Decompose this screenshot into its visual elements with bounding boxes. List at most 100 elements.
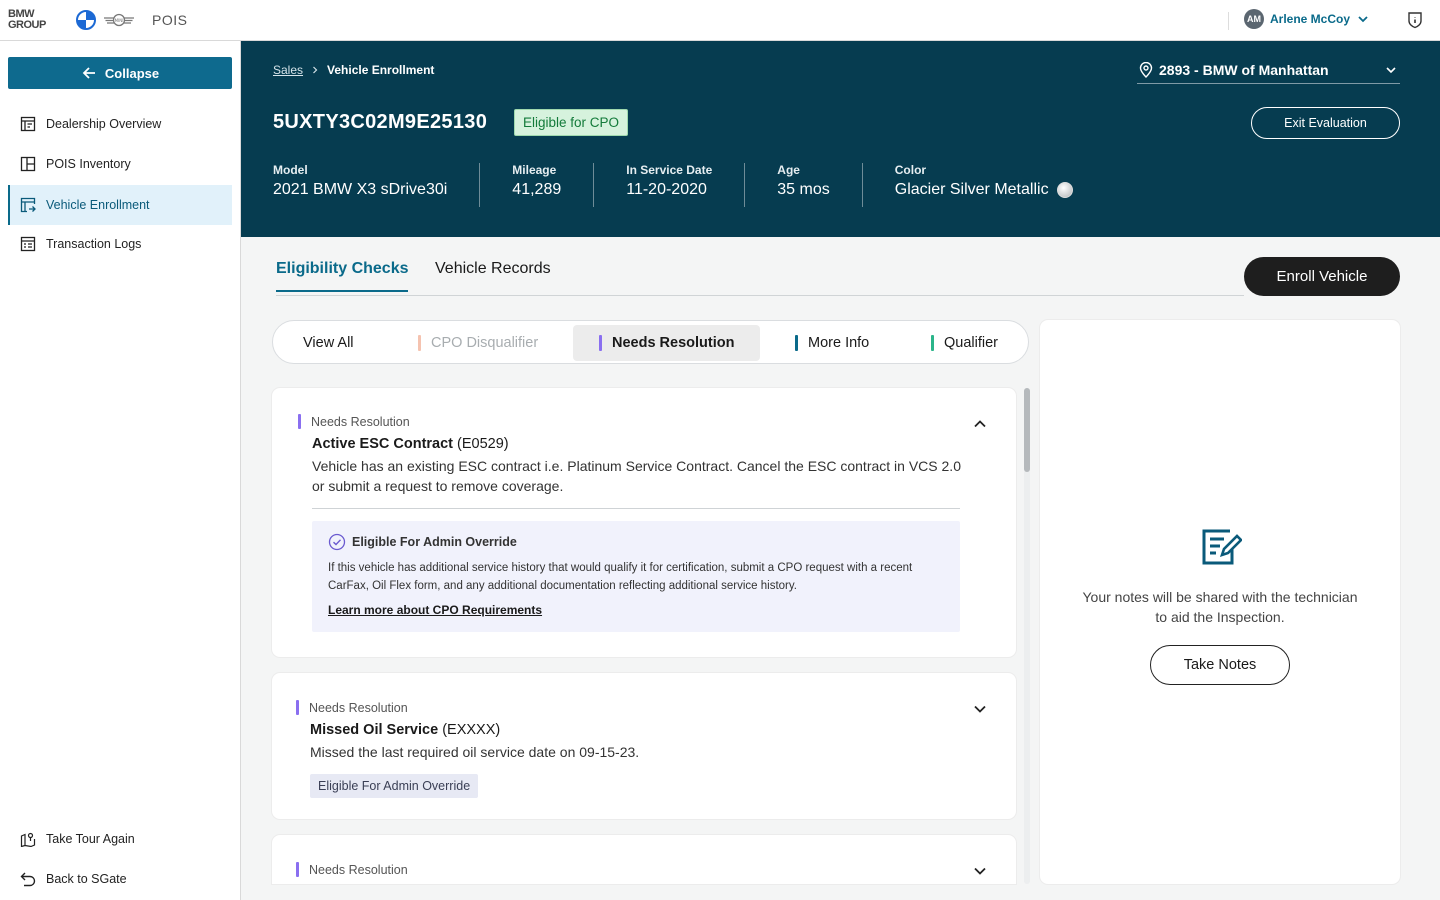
scrollbar-thumb[interactable] (1024, 388, 1030, 472)
spec-value: 35 mos (777, 181, 830, 198)
category-label: Needs Resolution (298, 414, 1016, 429)
inventory-icon (20, 156, 36, 172)
take-notes-button[interactable]: Take Notes (1150, 645, 1290, 685)
sidebar-item-label: Vehicle Enrollment (46, 198, 150, 212)
chevron-down-icon[interactable] (972, 863, 988, 879)
category-swatch (298, 414, 301, 429)
bmw-group-logo[interactable]: BMW GROUP (8, 9, 46, 31)
spec-model: Model 2021 BMW X3 sDrive30i (273, 163, 479, 207)
tab-bar: Eligibility Checks Vehicle Records (276, 256, 1244, 296)
filter-view-all[interactable]: View All (293, 325, 364, 361)
check-description: Missed the last required oil service dat… (310, 744, 640, 760)
arrow-left-icon (82, 67, 95, 79)
dashboard-icon (20, 116, 36, 132)
check-circle-icon (328, 533, 346, 551)
filter-more-info[interactable]: More Info (785, 325, 879, 361)
eligibility-card: Needs Resolution (272, 835, 1016, 884)
legend-swatch (795, 335, 798, 351)
avatar: AM (1244, 9, 1264, 29)
check-title: Active ESC Contract (E0529) (312, 436, 1016, 452)
spec-label: Age (777, 163, 800, 177)
mini-logo-icon: MINI (104, 13, 134, 27)
sidebar-item-take-tour[interactable]: Take Tour Again (8, 819, 232, 859)
category-swatch (296, 700, 299, 715)
breadcrumb: Sales Vehicle Enrollment (273, 63, 434, 77)
vehicle-header: Sales Vehicle Enrollment 2893 - BMW of M… (241, 41, 1440, 237)
spec-label: Mileage (512, 163, 557, 177)
category-label: Needs Resolution (296, 700, 1016, 715)
back-arrow-icon (20, 872, 36, 887)
map-pin-icon (20, 832, 36, 847)
filter-cpo-disqualifier[interactable]: CPO Disqualifier (408, 325, 548, 361)
category-text: Needs Resolution (311, 414, 410, 429)
filter-label: View All (303, 335, 354, 351)
spec-label: Model (273, 163, 308, 177)
shield-info-icon[interactable] (1406, 11, 1424, 29)
filter-label: More Info (808, 335, 870, 351)
filter-needs-resolution[interactable]: Needs Resolution (573, 325, 760, 361)
scrollbar[interactable] (1024, 388, 1030, 884)
collapse-button[interactable]: Collapse (8, 57, 232, 89)
eligibility-card: Needs Resolution Missed Oil Service (EXX… (272, 673, 1016, 819)
sidebar-item-label: Take Tour Again (46, 832, 135, 846)
exit-evaluation-button[interactable]: Exit Evaluation (1251, 107, 1400, 139)
vin-number: 5UXTY3C02M9E25130 (273, 111, 488, 133)
spec-in-service-date: In Service Date 11-20-2020 (593, 163, 744, 207)
spec-mileage: Mileage 41,289 (479, 163, 593, 207)
spec-age: Age 35 mos (744, 163, 861, 207)
color-name: Glacier Silver Metallic (894, 181, 1049, 198)
filter-bar: View All CPO Disqualifier Needs Resoluti… (272, 320, 1029, 364)
user-menu[interactable]: AM Arlene McCoy (1244, 9, 1370, 29)
vehicle-specs: Model 2021 BMW X3 sDrive30i Mileage 41,2… (273, 163, 1105, 207)
chevron-down-icon[interactable] (972, 701, 988, 717)
sidebar-item-pois-inventory[interactable]: POIS Inventory (8, 144, 232, 184)
check-code: (EXXXX) (442, 722, 501, 738)
legend-swatch (931, 335, 934, 351)
cpo-requirements-link[interactable]: Learn more about CPO Requirements (328, 603, 542, 617)
status-badge: Eligible for CPO (514, 109, 629, 136)
filter-label: Needs Resolution (612, 335, 735, 351)
spec-label: In Service Date (626, 163, 713, 177)
category-text: Needs Resolution (309, 700, 408, 715)
sidebar-item-label: Transaction Logs (46, 237, 142, 251)
sidebar-item-vehicle-enrollment[interactable]: Vehicle Enrollment (8, 185, 232, 225)
spec-value: Glacier Silver Metallic (895, 181, 1073, 199)
chevron-right-icon (313, 66, 318, 74)
location-pin-icon (1139, 61, 1153, 78)
sidebar: Collapse Dealership Overview POIS Invent… (0, 41, 241, 900)
spec-value: 2021 BMW X3 sDrive30i (273, 181, 448, 198)
eligibility-card: Needs Resolution Active ESC Contract (E0… (272, 388, 1016, 657)
chevron-down-icon (1386, 66, 1396, 73)
logs-icon (20, 236, 36, 252)
admin-override-chip: Eligible For Admin Override (310, 774, 479, 798)
enroll-vehicle-button[interactable]: Enroll Vehicle (1244, 257, 1400, 296)
dealer-select[interactable]: 2893 - BMW of Manhattan (1137, 56, 1400, 84)
sidebar-item-transaction-logs[interactable]: Transaction Logs (8, 224, 232, 264)
sidebar-item-back-to-sgate[interactable]: Back to SGate (8, 859, 232, 899)
chevron-up-icon[interactable] (972, 416, 988, 432)
filter-qualifier[interactable]: Qualifier (921, 325, 1008, 361)
spec-color: Color Glacier Silver Metallic (861, 163, 1105, 207)
check-title: Missed Oil Service (EXXXX) (310, 722, 1016, 738)
tab-eligibility-checks[interactable]: Eligibility Checks (276, 260, 409, 292)
override-heading: Eligible For Admin Override (328, 533, 944, 551)
color-swatch (1056, 182, 1073, 198)
divider (1228, 12, 1229, 30)
tab-vehicle-records[interactable]: Vehicle Records (435, 260, 551, 290)
override-text: If this vehicle has additional service h… (328, 562, 913, 592)
filter-label: Qualifier (944, 335, 998, 351)
admin-override-panel: Eligible For Admin Override If this vehi… (312, 521, 960, 632)
spec-label: Color (894, 163, 927, 177)
category-text: Needs Resolution (309, 862, 408, 877)
sidebar-item-dealership-overview[interactable]: Dealership Overview (8, 104, 232, 144)
breadcrumb-sales-link[interactable]: Sales (273, 63, 303, 77)
collapse-label: Collapse (104, 65, 160, 81)
legend-swatch (418, 335, 421, 351)
app-name: POIS (152, 12, 188, 28)
bmw-roundel-icon (76, 10, 96, 30)
filter-label: CPO Disqualifier (431, 335, 539, 351)
notes-edit-icon (1202, 529, 1242, 565)
category-swatch (296, 862, 299, 877)
check-code: (E0529) (457, 436, 509, 452)
enrollment-icon (20, 197, 36, 213)
